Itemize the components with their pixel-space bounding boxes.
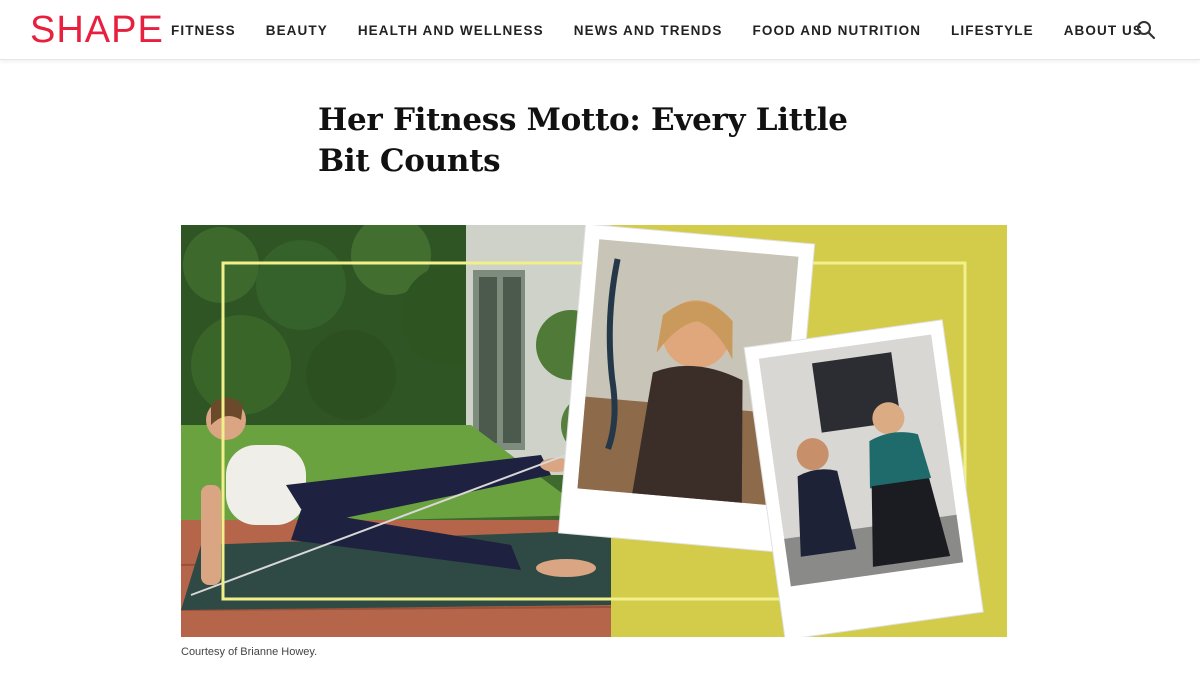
- site-header: SHAPE FITNESS BEAUTY HEALTH AND WELLNESS…: [0, 0, 1200, 60]
- nav-item-food-and-nutrition[interactable]: FOOD AND NUTRITION: [753, 23, 922, 38]
- article-headline: Her Fitness Motto: Every Little Bit Coun…: [318, 102, 848, 179]
- nav-item-beauty[interactable]: BEAUTY: [266, 23, 328, 38]
- nav-item-lifestyle[interactable]: LIFESTYLE: [951, 23, 1034, 38]
- photo-side-plank-workout: [181, 225, 621, 637]
- image-caption: Courtesy of Brianne Howey.: [181, 646, 318, 658]
- hero-image: [181, 225, 1007, 637]
- shape-logo[interactable]: SHAPE: [30, 10, 164, 50]
- search-icon: [1137, 21, 1156, 40]
- main-navigation: FITNESS BEAUTY HEALTH AND WELLNESS NEWS …: [171, 0, 1173, 60]
- nav-item-news-and-trends[interactable]: NEWS AND TRENDS: [574, 23, 723, 38]
- hero-collage: [181, 225, 1007, 637]
- polaroid-friends: [743, 319, 984, 637]
- nav-item-health-and-wellness[interactable]: HEALTH AND WELLNESS: [358, 23, 544, 38]
- search-button[interactable]: [1134, 18, 1158, 42]
- nav-item-fitness[interactable]: FITNESS: [171, 23, 236, 38]
- nav-item-about-us[interactable]: ABOUT US: [1064, 23, 1143, 38]
